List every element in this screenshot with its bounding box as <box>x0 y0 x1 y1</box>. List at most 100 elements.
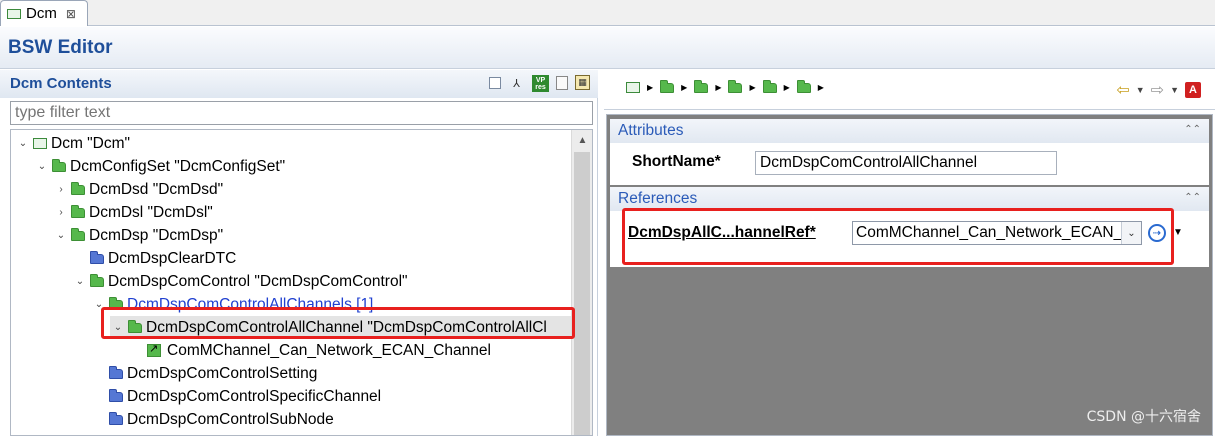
green-folder-icon[interactable] <box>796 79 811 93</box>
tree-item-dcm[interactable]: ⌄ Dcm "Dcm" <box>15 132 130 155</box>
editor-tab-strip: Dcm ⊠ <box>0 0 1215 26</box>
chevron-right-icon[interactable]: › <box>53 207 69 218</box>
module-icon <box>7 8 21 19</box>
chevron-down-icon[interactable]: ⌄ <box>15 138 31 149</box>
editor-header: BSW Editor <box>0 27 1215 69</box>
properties-panel: ▶ ▶ ▶ ▶ ▶ ▶ ⇦ ▼ ⇨ ▼ A Attributes ⌃⌃ Shor… <box>604 70 1215 436</box>
green-folder-icon <box>71 227 85 241</box>
shortname-input[interactable] <box>755 151 1057 175</box>
tree-item-label: DcmDspComControlSpecificChannel <box>127 387 382 405</box>
editor-title: BSW Editor <box>8 37 113 58</box>
references-header-label: References <box>618 190 698 207</box>
properties-form: Attributes ⌃⌃ ShortName* References ⌃⌃ D… <box>606 114 1213 436</box>
reference-label[interactable]: DcmDspAllC...hannelRef* <box>628 224 816 242</box>
tree-item-label: DcmDsp "DcmDsp" <box>89 226 224 244</box>
collapse-all-icon[interactable] <box>489 77 501 89</box>
blue-folder-icon <box>90 250 104 264</box>
tree-item-label: DcmDspComControl "DcmDspComControl" <box>108 272 408 290</box>
green-folder-icon <box>71 204 85 218</box>
chevron-down-icon[interactable]: ⌄ <box>34 161 50 172</box>
green-folder-icon[interactable] <box>762 79 777 93</box>
shortname-label: ShortName* <box>632 153 721 170</box>
forward-arrow-icon[interactable]: ⇨ <box>1151 80 1164 100</box>
green-folder-icon <box>90 273 104 287</box>
tree-item-label: DcmDspClearDTC <box>108 249 237 267</box>
references-section: References ⌃⌃ DcmDspAllC...hannelRef* Co… <box>610 187 1209 267</box>
document-icon[interactable] <box>556 76 568 90</box>
contents-toolbar: ⅄ VP res ▦ <box>489 75 590 92</box>
module-icon <box>33 138 47 149</box>
breadcrumb: ▶ ▶ ▶ ▶ ▶ ▶ ⇦ ▼ ⇨ ▼ A <box>604 70 1215 110</box>
tree-item-dcmdsd[interactable]: › DcmDsd "DcmDsd" <box>53 178 223 201</box>
attributes-section: Attributes ⌃⌃ ShortName* <box>610 119 1209 185</box>
blue-folder-icon <box>109 365 123 379</box>
contents-panel-title: Dcm Contents <box>10 75 112 92</box>
chevron-down-icon[interactable]: ⌄ <box>53 230 69 241</box>
breadcrumb-arrow-icon: ▶ <box>681 83 688 92</box>
back-dropdown-icon[interactable]: ▼ <box>1136 85 1145 95</box>
green-folder-icon <box>71 181 85 195</box>
collapse-section-icon[interactable]: ⌃⌃ <box>1184 124 1201 135</box>
green-folder-icon[interactable] <box>660 79 675 93</box>
attributes-header[interactable]: Attributes ⌃⌃ <box>610 119 1209 143</box>
editor-tab-dcm[interactable]: Dcm ⊠ <box>0 0 88 26</box>
green-folder-icon <box>52 158 66 172</box>
references-header[interactable]: References ⌃⌃ <box>610 187 1209 211</box>
breadcrumb-arrow-icon: ▶ <box>749 83 756 92</box>
collapse-section-icon[interactable]: ⌃⌃ <box>1184 192 1201 203</box>
tree-item-label: DcmDspComControlSubNode <box>127 410 334 428</box>
tree-item-label: DcmDspComControlSetting <box>127 364 318 382</box>
pdf-icon[interactable]: A <box>1185 82 1201 98</box>
editor-tab-label: Dcm <box>26 5 57 22</box>
attributes-header-label: Attributes <box>618 122 684 139</box>
tree-item-dcmdsp[interactable]: ⌄ DcmDsp "DcmDsp" <box>53 224 223 247</box>
module-icon[interactable] <box>626 82 640 93</box>
contents-panel-header: Dcm Contents ⅄ VP res ▦ <box>0 70 598 98</box>
chevron-down-icon[interactable]: ⌄ <box>1121 222 1141 244</box>
breadcrumb-arrow-icon: ▶ <box>783 83 790 92</box>
tree-item-dcmdsl[interactable]: › DcmDsl "DcmDsl" <box>53 201 213 224</box>
close-icon[interactable]: ⊠ <box>66 7 76 21</box>
tree-item-dcmdspcomcontrol[interactable]: ⌄ DcmDspComControl "DcmDspComControl" <box>72 270 408 293</box>
tree-item-label: DcmDspComControlAllChannels [1] <box>127 295 374 313</box>
blue-folder-icon <box>109 411 123 425</box>
forward-dropdown-icon[interactable]: ▼ <box>1170 85 1179 95</box>
tree-item-dcmdspcomcontrolspecificchannel[interactable]: DcmDspComControlSpecificChannel <box>91 385 381 408</box>
green-folder-icon[interactable] <box>694 79 709 93</box>
green-folder-icon <box>109 296 123 310</box>
filter-input[interactable] <box>10 101 593 125</box>
breadcrumb-arrow-icon: ▶ <box>715 83 722 92</box>
tree-item-label: DcmDsd "DcmDsd" <box>89 180 224 198</box>
scroll-up-icon[interactable]: ▲ <box>572 130 592 150</box>
tree-item-comm-channel-ref[interactable]: ComMChannel_Can_Network_ECAN_Channel <box>129 339 491 362</box>
breadcrumb-path: ▶ ▶ ▶ ▶ ▶ ▶ <box>624 79 826 93</box>
tree-item-dcmdspcleardtc[interactable]: DcmDspClearDTC <box>72 247 236 270</box>
chevron-down-icon[interactable]: ⌄ <box>72 276 88 287</box>
tree-item-dcmdspcomcontrolallchannel[interactable]: ⌄ DcmDspComControlAllChannel "DcmDspComC… <box>110 316 580 339</box>
green-folder-icon[interactable] <box>728 79 743 93</box>
chevron-right-icon[interactable]: › <box>53 184 69 195</box>
navigation-toolbar: ⇦ ▼ ⇨ ▼ A <box>1116 80 1201 100</box>
vp-res-icon[interactable]: VP res <box>532 75 549 92</box>
table-layout-icon[interactable]: ▦ <box>575 75 590 90</box>
scroll-thumb[interactable] <box>574 152 590 435</box>
chevron-down-icon[interactable]: ⌄ <box>110 322 126 333</box>
tree-item-dcmdspcomcontrolallchannels[interactable]: ⌄ DcmDspComControlAllChannels [1] <box>91 293 374 316</box>
tree-item-label: ComMChannel_Can_Network_ECAN_Channel <box>167 341 491 359</box>
tree-item-dcmconfigset[interactable]: ⌄ DcmConfigSet "DcmConfigSet" <box>34 155 285 178</box>
goto-reference-icon[interactable]: ⇢ <box>1148 224 1166 242</box>
tree-item-label: DcmDsl "DcmDsl" <box>89 203 213 221</box>
blue-folder-icon <box>109 388 123 402</box>
hierarchy-icon[interactable]: ⅄ <box>508 75 525 92</box>
breadcrumb-arrow-icon: ▶ <box>817 83 824 92</box>
reference-select[interactable]: ComMChannel_Can_Network_ECAN_ ⌄ <box>852 221 1142 245</box>
tree-scrollbar[interactable]: ▲ <box>571 130 592 435</box>
back-arrow-icon[interactable]: ⇦ <box>1116 80 1129 100</box>
reference-menu-dropdown-icon[interactable]: ▼ <box>1173 227 1183 238</box>
tree-item-dcmdspcomcontrolsubnode[interactable]: DcmDspComControlSubNode <box>91 408 334 431</box>
reference-icon <box>147 342 161 357</box>
tree-item-dcmdspcomcontrolsetting[interactable]: DcmDspComControlSetting <box>91 362 317 385</box>
tree-item-label: Dcm "Dcm" <box>51 134 131 152</box>
tree-item-label: DcmConfigSet "DcmConfigSet" <box>70 157 286 175</box>
chevron-down-icon[interactable]: ⌄ <box>91 299 107 310</box>
